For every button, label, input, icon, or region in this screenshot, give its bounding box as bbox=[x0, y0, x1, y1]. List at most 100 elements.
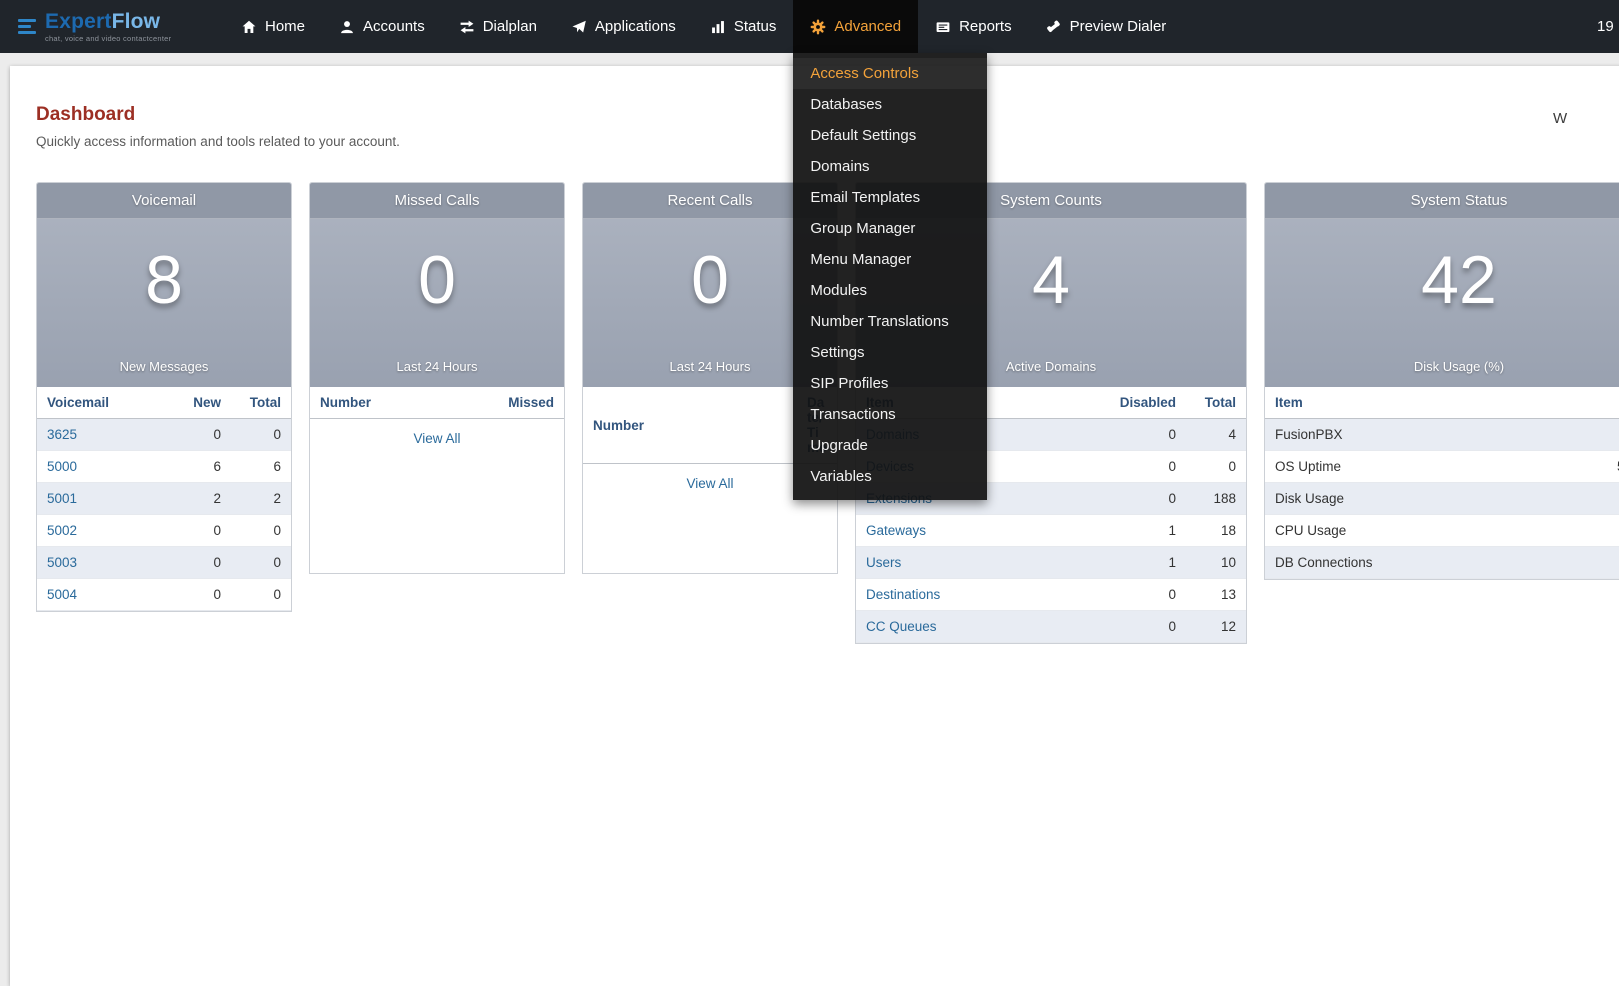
nav-status[interactable]: Status bbox=[693, 0, 794, 53]
table-row: 5004 0 0 bbox=[37, 579, 291, 611]
nav-reports[interactable]: Reports bbox=[918, 0, 1029, 53]
voicemail-link[interactable]: 5003 bbox=[47, 555, 77, 570]
brand-logo[interactable]: ExpertFlow chat, voice and video contact… bbox=[0, 0, 224, 53]
nav-advanced-label: Advanced bbox=[834, 18, 901, 35]
voicemail-new: 0 bbox=[171, 419, 231, 451]
counts-total: 0 bbox=[1186, 451, 1246, 483]
status-item: Disk Usage bbox=[1265, 483, 1607, 515]
voicemail-new: 0 bbox=[171, 547, 231, 579]
voicemail-total: 6 bbox=[231, 451, 291, 483]
voicemail-total: 2 bbox=[231, 483, 291, 515]
menu-item-group-manager[interactable]: Group Manager bbox=[793, 213, 987, 244]
counts-total: 4 bbox=[1186, 419, 1246, 451]
voicemail-total: 0 bbox=[231, 515, 291, 547]
counts-disabled: 0 bbox=[1096, 611, 1186, 643]
status-item-value bbox=[1607, 547, 1619, 579]
menu-item-domains[interactable]: Domains bbox=[793, 151, 987, 182]
menu-item-number-translations[interactable]: Number Translations bbox=[793, 306, 987, 337]
menu-item-email-templates[interactable]: Email Templates bbox=[793, 182, 987, 213]
counts-disabled: 1 bbox=[1096, 547, 1186, 579]
panel-voicemail-title: Voicemail bbox=[37, 183, 291, 219]
counts-item-link[interactable]: CC Queues bbox=[866, 619, 937, 634]
voicemail-col-header: Total bbox=[231, 387, 291, 419]
menu-item-databases[interactable]: Databases bbox=[793, 89, 987, 120]
voicemail-link[interactable]: 5004 bbox=[47, 587, 77, 602]
table-row: DB Connections bbox=[1265, 547, 1619, 579]
missed-view-all-link[interactable]: View All bbox=[413, 431, 460, 446]
menu-item-settings[interactable]: Settings bbox=[793, 337, 987, 368]
report-icon bbox=[935, 19, 951, 35]
paper-plane-icon bbox=[571, 19, 587, 35]
menu-item-modules[interactable]: Modules bbox=[793, 275, 987, 306]
voicemail-total: 0 bbox=[231, 579, 291, 611]
voicemail-link[interactable]: 5001 bbox=[47, 491, 77, 506]
nav-preview-dialer[interactable]: Preview Dialer bbox=[1029, 0, 1184, 53]
recent-view-all-link[interactable]: View All bbox=[686, 476, 733, 491]
table-row: Users 1 10 bbox=[856, 547, 1246, 579]
clock-display: 19 bbox=[1597, 0, 1614, 53]
brand-text: ExpertFlow chat, voice and video contact… bbox=[45, 11, 171, 43]
menu-item-default-settings[interactable]: Default Settings bbox=[793, 120, 987, 151]
counts-item-link[interactable]: Gateways bbox=[866, 523, 926, 538]
brand-name-primary: Expert bbox=[45, 10, 112, 33]
system-status-value: 42 bbox=[1265, 241, 1619, 319]
menu-item-upgrade[interactable]: Upgrade bbox=[793, 430, 987, 461]
voicemail-new: 0 bbox=[171, 515, 231, 547]
voicemail-total: 0 bbox=[231, 419, 291, 451]
user-icon bbox=[339, 19, 355, 35]
table-row: Disk Usage bbox=[1265, 483, 1619, 515]
status-item: DB Connections bbox=[1265, 547, 1607, 579]
counts-total: 188 bbox=[1186, 483, 1246, 515]
nav-home[interactable]: Home bbox=[224, 0, 322, 53]
nav-advanced[interactable]: Advanced Access Controls Databases Defau… bbox=[793, 0, 918, 53]
panel-missed-calls-title: Missed Calls bbox=[310, 183, 564, 219]
status-item-value bbox=[1607, 515, 1619, 547]
voicemail-link[interactable]: 3625 bbox=[47, 427, 77, 442]
status-item-value: 50 bbox=[1607, 451, 1619, 483]
status-col-header: Item bbox=[1265, 387, 1607, 419]
brand-icon bbox=[18, 19, 36, 34]
nav-dialplan[interactable]: Dialplan bbox=[442, 0, 554, 53]
table-row: OS Uptime 50 bbox=[1265, 451, 1619, 483]
menu-item-access-controls[interactable]: Access Controls bbox=[793, 58, 987, 89]
panel-system-status-title: System Status bbox=[1265, 183, 1619, 219]
missed-calls-count: 0 bbox=[310, 241, 564, 319]
counts-total: 13 bbox=[1186, 579, 1246, 611]
gear-icon bbox=[810, 19, 826, 35]
nav-status-label: Status bbox=[734, 18, 777, 35]
home-icon bbox=[241, 19, 257, 35]
counts-total: 18 bbox=[1186, 515, 1246, 547]
table-row: 5001 2 2 bbox=[37, 483, 291, 515]
nav-applications[interactable]: Applications bbox=[554, 0, 693, 53]
panel-voicemail: Voicemail 8 New Messages Voicemail New T… bbox=[36, 182, 292, 612]
status-col-header-value bbox=[1607, 387, 1619, 419]
top-navigation: ExpertFlow chat, voice and video contact… bbox=[0, 0, 1619, 53]
counts-item-link[interactable]: Users bbox=[866, 555, 901, 570]
main-menu: Home Accounts Dialplan Applications Stat… bbox=[224, 0, 1183, 53]
bar-chart-icon bbox=[710, 19, 726, 35]
missed-col-header: Number bbox=[310, 387, 498, 419]
menu-item-transactions[interactable]: Transactions bbox=[793, 399, 987, 430]
brand-name-secondary: Flow bbox=[112, 10, 161, 33]
nav-accounts[interactable]: Accounts bbox=[322, 0, 442, 53]
advanced-dropdown-menu: Access Controls Databases Default Settin… bbox=[793, 53, 987, 500]
status-item-value bbox=[1607, 483, 1619, 515]
status-item-value bbox=[1607, 419, 1619, 451]
voicemail-new: 2 bbox=[171, 483, 231, 515]
voicemail-count: 8 bbox=[37, 241, 291, 319]
counts-item-link[interactable]: Destinations bbox=[866, 587, 940, 602]
voicemail-col-header: New bbox=[171, 387, 231, 419]
voicemail-link[interactable]: 5002 bbox=[47, 523, 77, 538]
brand-tagline: chat, voice and video contactcenter bbox=[45, 34, 171, 43]
menu-item-variables[interactable]: Variables bbox=[793, 461, 987, 492]
table-row: 5002 0 0 bbox=[37, 515, 291, 547]
panel-system-status-hero: 42 Disk Usage (%) bbox=[1265, 219, 1619, 387]
menu-item-menu-manager[interactable]: Menu Manager bbox=[793, 244, 987, 275]
menu-item-sip-profiles[interactable]: SIP Profiles bbox=[793, 368, 987, 399]
table-row: CPU Usage bbox=[1265, 515, 1619, 547]
table-row: View All bbox=[310, 419, 564, 461]
voicemail-link[interactable]: 5000 bbox=[47, 459, 77, 474]
nav-dialplan-label: Dialplan bbox=[483, 18, 537, 35]
voicemail-new: 6 bbox=[171, 451, 231, 483]
counts-disabled: 0 bbox=[1096, 419, 1186, 451]
